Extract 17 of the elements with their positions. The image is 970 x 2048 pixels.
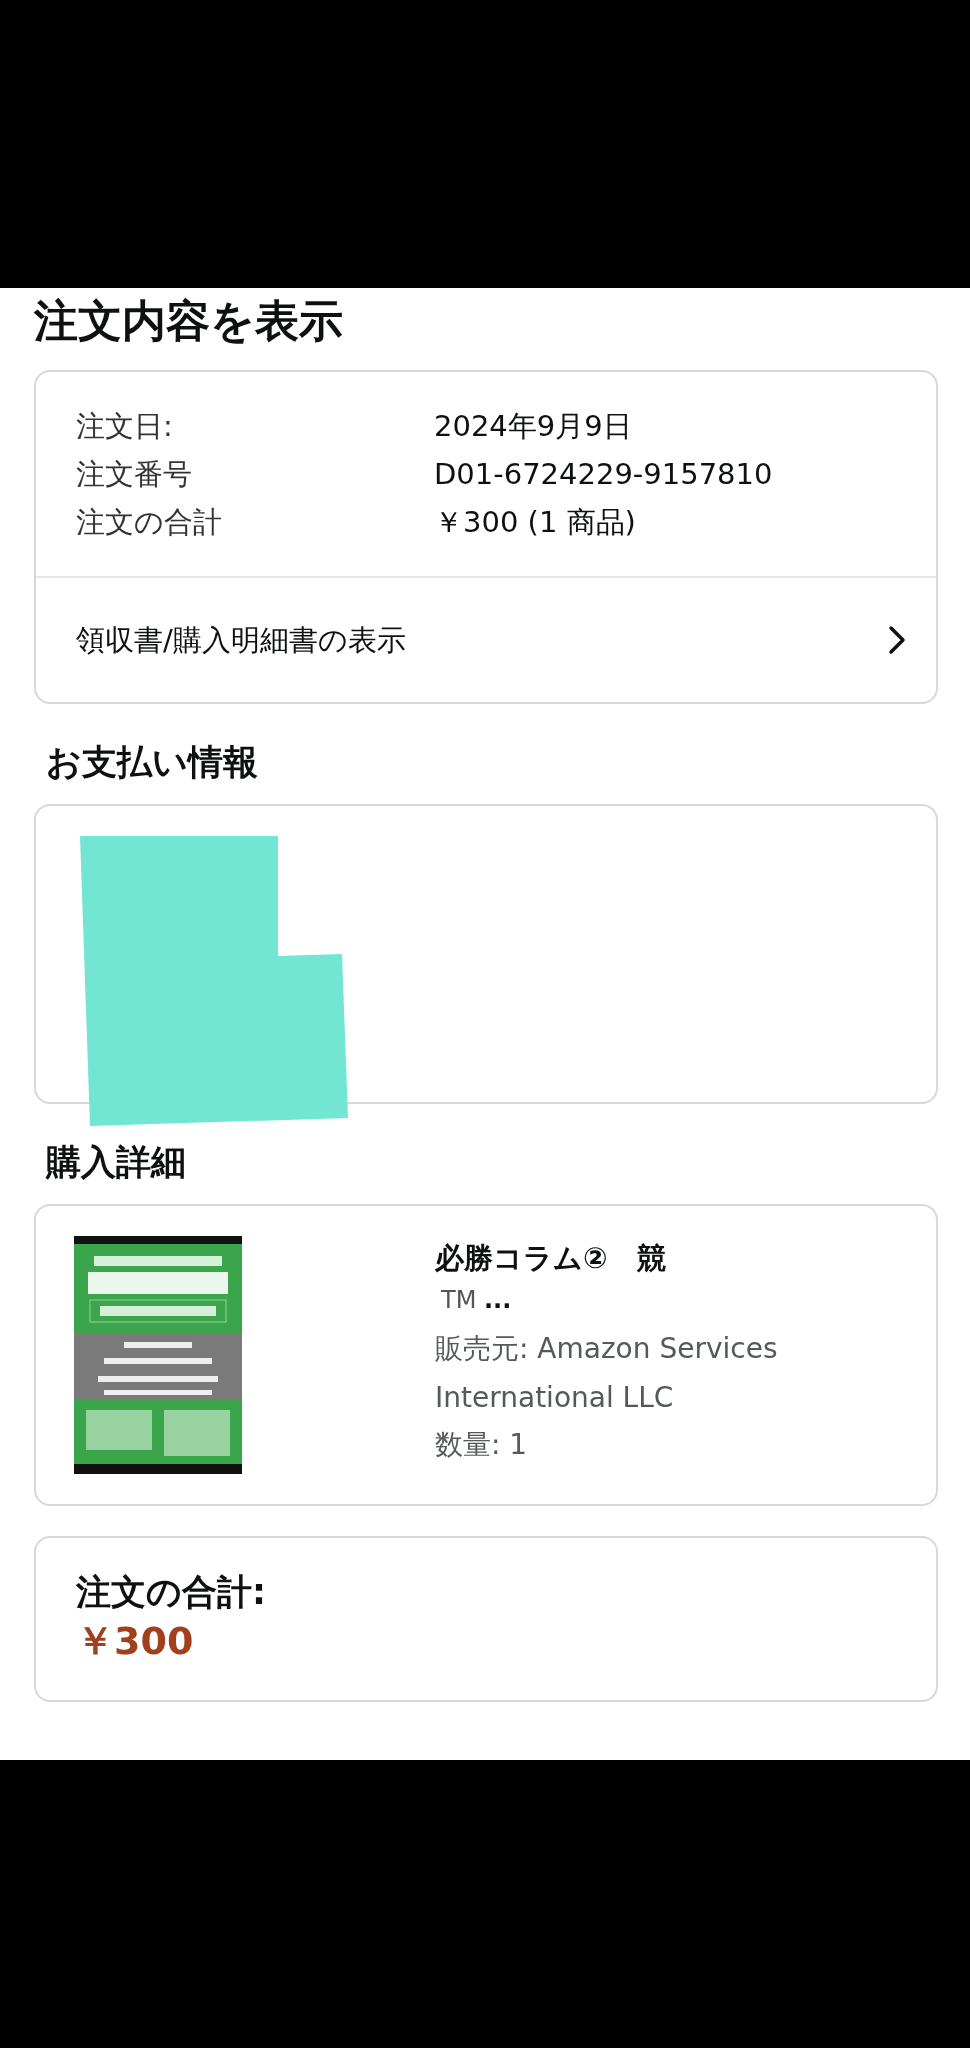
section-heading: お支払い情報 xyxy=(46,741,259,784)
page-title: 注文内容を表示 xyxy=(34,294,344,348)
total-amount: ￥300 xyxy=(76,1618,194,1665)
seller-text: 販売元: Amazon Services International LLC xyxy=(435,1331,779,1416)
item-title-continued: TM ... xyxy=(441,1285,513,1316)
field-label: 注文日: xyxy=(76,408,173,445)
field-value: D01-6724229-9157810 xyxy=(434,456,773,493)
field-label: 注文番号 xyxy=(76,456,192,493)
field-label: 注文の合計 xyxy=(76,504,222,541)
receipt-link[interactable]: 領収書/購入明細書の表示 xyxy=(36,576,936,702)
quantity-text: 数量: 1 xyxy=(435,1427,529,1463)
total-label: 注文の合計: xyxy=(76,1571,266,1614)
field-value: 2024年9月9日 xyxy=(434,408,632,445)
chevron-right-icon xyxy=(888,625,906,655)
field-value: ￥300 (1 商品) xyxy=(434,504,636,541)
section-heading: 購入詳細 xyxy=(46,1141,187,1184)
item-title[interactable]: 必勝コラム② 競 xyxy=(435,1236,905,1280)
